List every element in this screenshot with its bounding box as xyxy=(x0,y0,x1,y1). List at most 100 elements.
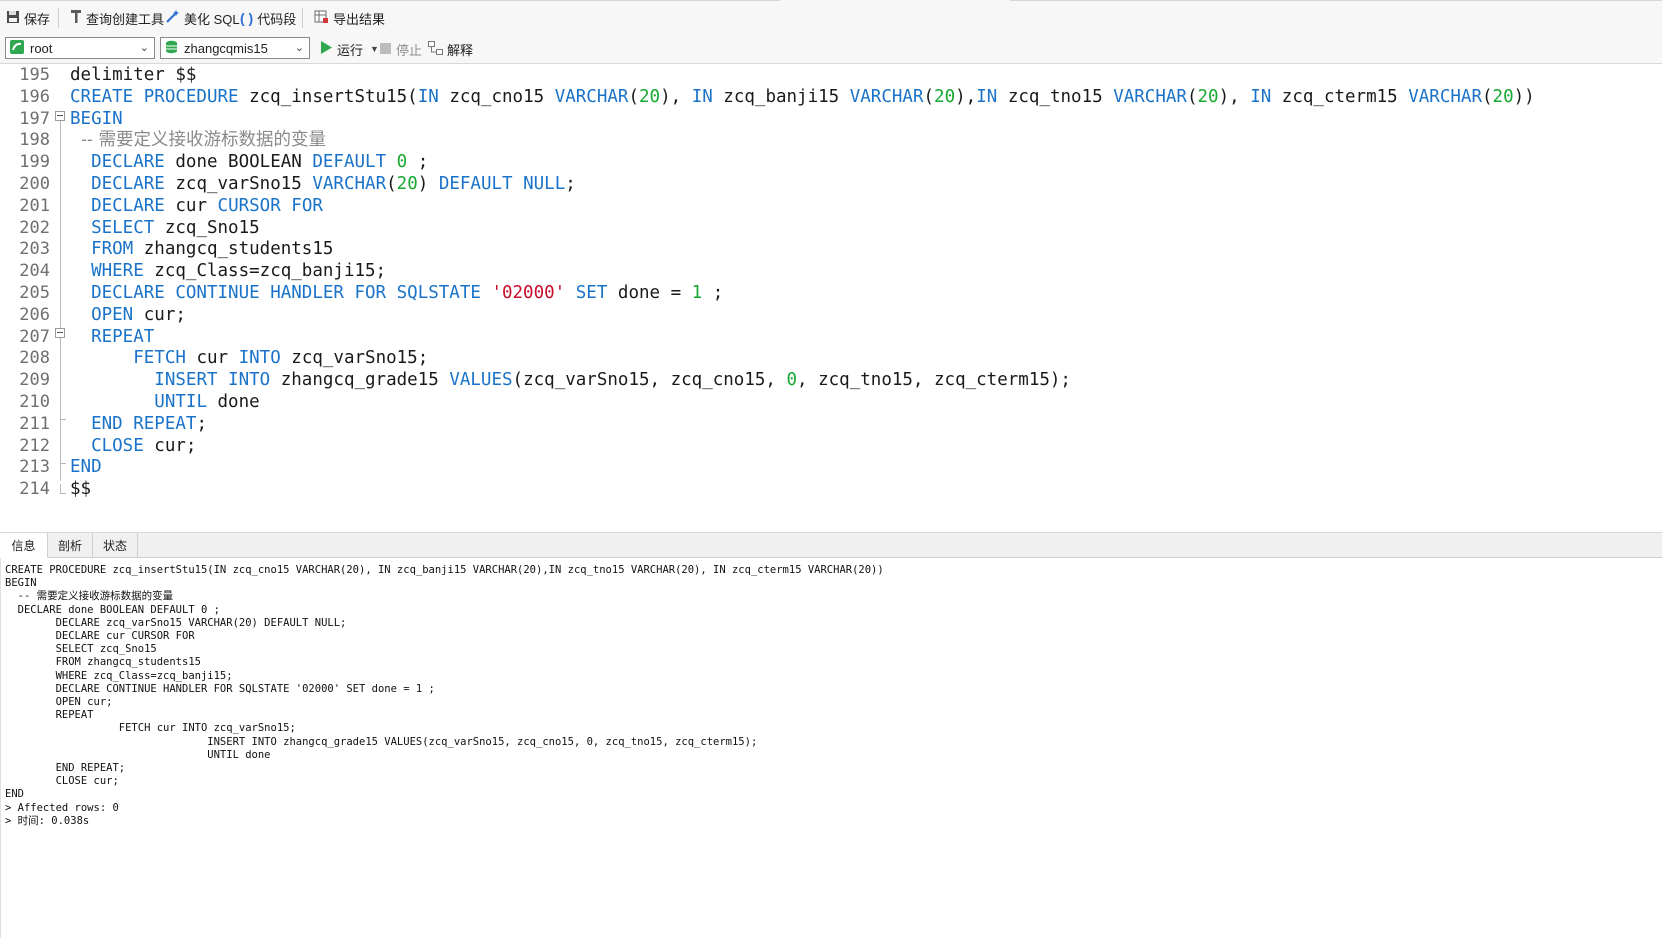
sql-keyword: OPEN xyxy=(91,304,134,325)
code-line[interactable]: 211 END REPEAT; xyxy=(0,413,1662,436)
sql-token: zcq_cterm15 xyxy=(1271,86,1409,107)
line-number: 206 xyxy=(19,304,50,325)
line-number: 203 xyxy=(19,239,50,260)
code-line[interactable]: 206 OPEN cur; xyxy=(0,304,1662,327)
code-snippet-button[interactable]: ( ) 代码段 xyxy=(240,8,296,28)
output-line: DECLARE zcq_varSno15 VARCHAR(20) DEFAULT… xyxy=(5,616,347,629)
line-number: 214 xyxy=(19,479,50,500)
code-line[interactable]: 214 $$ xyxy=(0,478,1662,501)
line-number: 207 xyxy=(19,326,50,347)
line-number: 195 xyxy=(19,65,50,85)
sql-keyword: VALUES xyxy=(449,370,513,391)
code-line[interactable]: 198 -- 需要定义接收游标数据的变量 xyxy=(0,129,1662,152)
caret-down-icon[interactable]: ▼ xyxy=(370,44,379,54)
output-line: FROM zhangcq_students15 xyxy=(5,656,201,669)
code-line[interactable]: 199 DECLARE done BOOLEAN DEFAULT 0 ; xyxy=(0,151,1662,174)
stop-button[interactable]: 停止 xyxy=(380,40,422,58)
explain-button[interactable]: 解释 xyxy=(428,40,473,58)
tab-info[interactable]: 信息 xyxy=(0,533,48,558)
code-line[interactable]: 212 CLOSE cur; xyxy=(0,435,1662,458)
sql-keyword: DEFAULT NULL xyxy=(438,174,566,194)
run-button[interactable]: 运行 ▼ xyxy=(320,40,379,58)
code-line[interactable]: 204 WHERE zcq_Class=zcq_banji15; xyxy=(0,260,1662,283)
code-line[interactable]: 197 BEGIN xyxy=(0,108,1662,131)
save-button[interactable]: 保存 xyxy=(6,8,50,28)
output-line: OPEN cur; xyxy=(5,696,113,708)
line-number: 200 xyxy=(19,174,50,194)
sql-keyword: SET xyxy=(575,283,608,303)
line-number: 199 xyxy=(19,152,50,173)
toolbar-separator xyxy=(302,8,303,28)
line-number: 201 xyxy=(19,195,50,216)
tab-profile[interactable]: 剖析 xyxy=(48,533,93,558)
code-line[interactable]: 196 CREATE PROCEDURE zcq_insertStu15(IN z… xyxy=(0,86,1662,109)
sql-editor[interactable]: 195 delimiter $$ 196 CREATE PROCEDURE zcq_i… xyxy=(0,64,1662,526)
play-icon xyxy=(320,41,332,57)
sql-keyword: FROM xyxy=(91,239,134,260)
line-number: 198 xyxy=(19,130,50,151)
code-text: BEGIN xyxy=(70,108,123,131)
code-text: FROM zhangcq_students15 xyxy=(70,238,333,261)
sql-token: ( xyxy=(386,174,397,194)
sql-token: zhangcq_students15 xyxy=(133,239,334,260)
sql-token: delimiter $$ xyxy=(70,65,197,85)
sql-token: cur; xyxy=(143,435,197,456)
output-line: DECLARE CONTINUE HANDLER FOR SQLSTATE '0… xyxy=(5,682,435,695)
code-line[interactable]: 203 FROM zhangcq_students15 xyxy=(0,238,1662,261)
export-results-button[interactable]: 导出结果 xyxy=(314,8,385,28)
code-text: $$ xyxy=(70,478,91,501)
output-line: END xyxy=(5,788,24,801)
sql-token: ; xyxy=(196,413,207,434)
code-line[interactable]: 207 REPEAT xyxy=(0,326,1662,349)
code-line[interactable]: 200 DECLARE zcq_varSno15 VARCHAR(20) DEF… xyxy=(0,173,1662,196)
output-line: WHERE zcq_Class=zcq_banji15; xyxy=(5,669,233,682)
sql-keyword: FETCH xyxy=(133,348,186,369)
database-select[interactable]: zhangcqmis15 ⌄ xyxy=(160,37,310,59)
code-text: delimiter $$ xyxy=(70,64,196,87)
query-builder-label: 查询创建工具 xyxy=(86,11,165,27)
sql-keyword: VARCHAR xyxy=(554,86,629,107)
sql-keyword: UNTIL xyxy=(154,392,207,412)
sql-token: done = xyxy=(607,283,692,303)
sql-token: done BOOLEAN xyxy=(164,152,313,173)
line-number: 204 xyxy=(19,261,50,282)
sql-token: ; xyxy=(565,174,576,194)
line-number: 208 xyxy=(19,348,50,369)
code-line[interactable]: 210 UNTIL done xyxy=(0,391,1662,414)
code-snippet-label: 代码段 xyxy=(257,11,297,27)
sql-token: zcq_Sno15 xyxy=(154,217,260,238)
sql-token: done xyxy=(206,392,260,412)
code-line[interactable]: 195 delimiter $$ xyxy=(0,64,1662,87)
export-results-label: 导出结果 xyxy=(333,11,386,27)
code-text: DECLARE zcq_varSno15 VARCHAR(20) DEFAULT… xyxy=(70,173,576,196)
sql-number: 1 xyxy=(691,283,703,303)
code-line[interactable]: 201 DECLARE cur CURSOR FOR xyxy=(0,195,1662,218)
code-line[interactable]: 213 END xyxy=(0,456,1662,479)
sql-token: cur; xyxy=(133,304,186,325)
tab-status[interactable]: 状态 xyxy=(93,533,138,558)
code-line[interactable]: 208 FETCH cur INTO zcq_varSno15; xyxy=(0,347,1662,370)
run-label: 运行 xyxy=(337,42,364,58)
code-line[interactable]: 205 DECLARE CONTINUE HANDLER FOR SQLSTAT… xyxy=(0,282,1662,305)
output-line: > 时间: 0.038s xyxy=(5,814,90,827)
sql-token: zcq_tno15 xyxy=(997,86,1114,107)
query-builder-button[interactable]: 查询创建工具 xyxy=(70,8,164,28)
code-text: FETCH cur INTO zcq_varSno15; xyxy=(70,347,428,370)
sql-token: cur xyxy=(164,195,218,216)
output-line: > Affected rows: 0 xyxy=(5,801,119,814)
connection-select[interactable]: root ⌄ xyxy=(5,37,155,59)
code-text: END REPEAT; xyxy=(70,413,207,436)
sql-token: zcq_insertStu15( xyxy=(238,86,418,107)
code-line[interactable]: 209 INSERT INTO zhangcq_grade15 VALUES(z… xyxy=(0,369,1662,392)
sql-comment: -- 需要定义接收游标数据的变量 xyxy=(70,130,327,151)
sql-token: $$ xyxy=(70,479,92,500)
beautify-sql-button[interactable]: 美化 SQL xyxy=(165,8,240,28)
sql-token: ), xyxy=(955,86,977,107)
code-line[interactable]: 202 SELECT zcq_Sno15 xyxy=(0,217,1662,240)
connection-bar: root ⌄ zhangcqmis15 ⌄ 运行 ▼ 停止 解释 xyxy=(0,34,1662,64)
output-line: SELECT zcq_Sno15 xyxy=(5,643,157,656)
